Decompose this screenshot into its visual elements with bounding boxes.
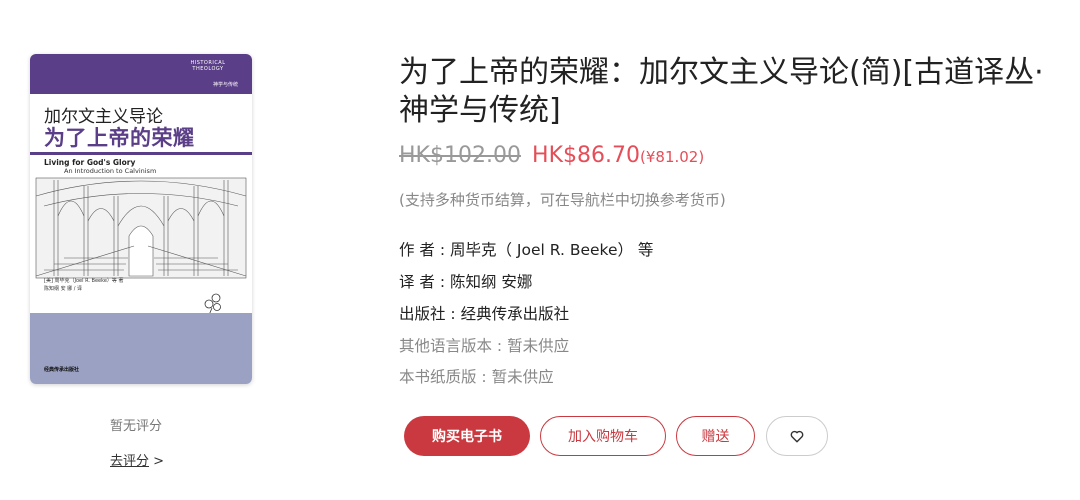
other-language-info: 其他语言版本 : 暂未供应 (399, 337, 570, 355)
cover-series-label: HISTORICAL THEOLOGY (190, 60, 226, 72)
favorite-button[interactable] (766, 416, 828, 456)
cover-bottom-band (30, 313, 252, 384)
publisher-info: 出版社 : 经典传承出版社 (399, 305, 570, 323)
currency-note: (支持多种货币结算，可在导航栏中切换参考货币) (399, 191, 726, 209)
rate-link-label[interactable]: 去评分 (110, 454, 149, 469)
cover-english-title: Living for God's Glory (44, 158, 136, 167)
cover-authors-line2: 陈知纲 安 娜 / 译 (44, 286, 83, 292)
original-price: HK$102.00 (399, 143, 521, 168)
reference-price: (¥81.02) (640, 148, 705, 166)
cover-authors-line1: [美] 周毕克（Joel R. Beeke）等 著 (44, 278, 124, 284)
buy-ebook-button[interactable]: 购买电子书 (404, 416, 530, 456)
book-cover[interactable]: HISTORICAL THEOLOGY 神学与传统 加尔文主义导论 为了上帝的荣… (30, 54, 252, 384)
cover-title-line2: 为了上帝的荣耀 (44, 126, 195, 150)
heart-icon (790, 430, 804, 442)
cover-english-subtitle: An Introduction to Calvinism (64, 167, 157, 175)
cover-divider (30, 152, 252, 155)
price-row: HK$102.00 HK$86.70(¥81.02) (399, 143, 704, 168)
rate-link[interactable]: 去评分 > (110, 450, 164, 469)
translator-info: 译 者 : 陈知纲 安娜 (399, 273, 533, 291)
chevron-right-icon: > (153, 454, 165, 469)
cover-authors: [美] 周毕克（Joel R. Beeke）等 著 陈知纲 安 娜 / 译 (44, 277, 124, 293)
author-info: 作 者 : 周毕克（ Joel R. Beeke） 等 (399, 241, 654, 259)
cathedral-illustration (35, 177, 247, 323)
add-to-cart-button[interactable]: 加入购物车 (540, 416, 666, 456)
cover-publisher: 经典传承出版社 (44, 367, 80, 373)
rating-status: 暂无评分 (110, 419, 163, 434)
cover-series-sub: 神学与传统 (212, 82, 238, 88)
paper-edition-info: 本书纸质版 : 暂未供应 (399, 368, 554, 386)
book-title: 为了上帝的荣耀：加尔文主义导论(简)[古道译丛·神学与传统] (399, 55, 1044, 128)
sale-price: HK$86.70 (532, 143, 640, 168)
gift-button[interactable]: 赠送 (676, 416, 755, 456)
